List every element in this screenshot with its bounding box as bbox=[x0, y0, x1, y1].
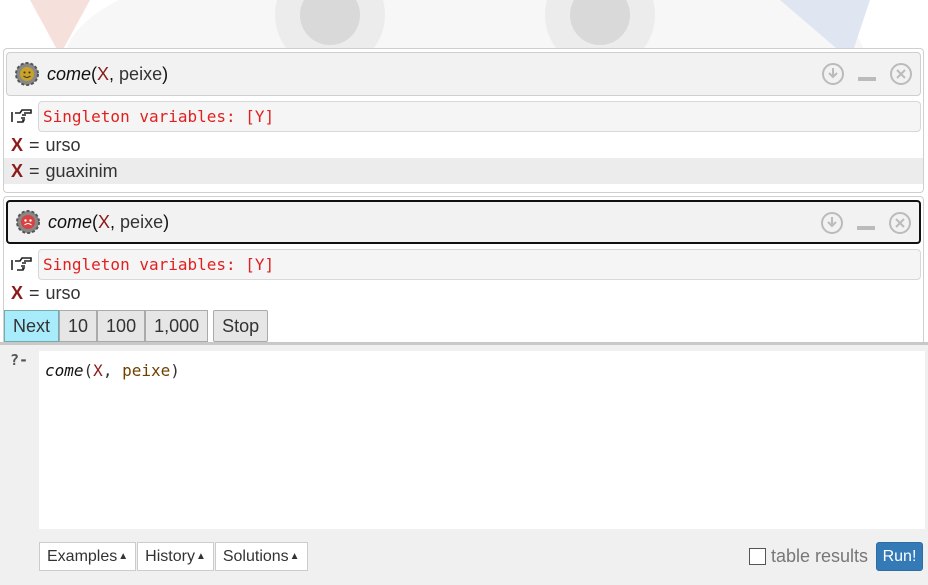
gear-icon bbox=[14, 208, 42, 236]
editor-open-paren: ( bbox=[83, 361, 94, 380]
solution-controls: Next 10 100 1,000 Stop bbox=[4, 310, 923, 342]
answer-equals: = bbox=[29, 160, 40, 181]
answer-variable: X bbox=[11, 134, 24, 155]
caret-up-icon: ▲ bbox=[289, 551, 300, 562]
query-header-actions bbox=[819, 210, 913, 236]
answer-value: urso bbox=[45, 134, 81, 155]
answer-value: guaxinim bbox=[45, 160, 118, 181]
query-text: come(X, peixe) bbox=[48, 212, 169, 233]
query-separator: , bbox=[109, 63, 120, 84]
minimize-icon[interactable] bbox=[854, 61, 880, 87]
warning-message: Singleton variables: [Y] bbox=[38, 100, 921, 132]
query-predicate: come bbox=[47, 63, 92, 84]
next-100-button[interactable]: 100 bbox=[97, 310, 146, 342]
pointing-hand-icon bbox=[10, 252, 34, 276]
download-icon[interactable] bbox=[819, 210, 845, 236]
query-card-2: come(X, peixe) Singleton variables: [Y] bbox=[3, 196, 924, 347]
query-atom: peixe bbox=[119, 63, 163, 84]
answer-value: urso bbox=[45, 282, 81, 303]
results-panel: come(X, peixe) Singleton variables: [Y] bbox=[3, 48, 924, 350]
answer-equals: = bbox=[29, 134, 40, 155]
answer-equals: = bbox=[29, 282, 40, 303]
examples-dropdown[interactable]: Examples ▲ bbox=[39, 542, 137, 571]
warning-row: Singleton variables: [Y] bbox=[10, 100, 923, 132]
query-atom: peixe bbox=[120, 211, 164, 232]
next-1000-button[interactable]: 1,000 bbox=[145, 310, 209, 342]
query-header-1[interactable]: come(X, peixe) bbox=[6, 52, 921, 96]
pointing-hand-icon bbox=[10, 104, 34, 128]
query-header-2[interactable]: come(X, peixe) bbox=[6, 200, 921, 244]
editor-close-paren: ) bbox=[170, 361, 180, 380]
query-separator: , bbox=[110, 211, 121, 232]
answer-row: X = urso bbox=[4, 280, 923, 306]
solutions-dropdown[interactable]: Solutions ▲ bbox=[214, 542, 308, 571]
run-button[interactable]: Run! bbox=[876, 542, 923, 571]
query-variable: X bbox=[98, 211, 111, 232]
query-header-actions bbox=[820, 61, 914, 87]
close-paren: ) bbox=[162, 63, 169, 84]
answer-row: X = urso bbox=[4, 132, 923, 158]
close-paren: ) bbox=[163, 211, 170, 232]
query-predicate: come bbox=[48, 211, 93, 232]
editor-toolbar: Examples ▲ History ▲ Solutions ▲ bbox=[39, 542, 309, 571]
next-10-button[interactable]: 10 bbox=[59, 310, 98, 342]
table-results-checkbox[interactable] bbox=[749, 548, 766, 565]
history-label: History bbox=[145, 547, 195, 565]
history-dropdown[interactable]: History ▲ bbox=[137, 542, 214, 571]
warning-row: Singleton variables: [Y] bbox=[10, 248, 923, 280]
table-results-label: table results bbox=[771, 546, 869, 566]
stop-button[interactable]: Stop bbox=[213, 310, 269, 342]
caret-up-icon: ▲ bbox=[195, 551, 206, 562]
examples-label: Examples bbox=[47, 547, 118, 565]
solutions-label: Solutions bbox=[222, 547, 289, 565]
query-text: come(X, peixe) bbox=[47, 64, 168, 85]
warning-message: Singleton variables: [Y] bbox=[38, 248, 921, 280]
close-icon[interactable] bbox=[888, 61, 914, 87]
editor-predicate: come bbox=[45, 361, 84, 380]
query-editor[interactable]: come(X, peixe) bbox=[39, 351, 925, 529]
download-icon[interactable] bbox=[820, 61, 846, 87]
table-results-toggle[interactable]: table results bbox=[749, 546, 868, 567]
minimize-icon[interactable] bbox=[853, 210, 879, 236]
editor-atom: peixe bbox=[122, 361, 171, 380]
query-prompt: ?- bbox=[10, 351, 29, 369]
query-card-1: come(X, peixe) Singleton variables: [Y] bbox=[3, 48, 924, 193]
answer-row: X = guaxinim bbox=[4, 158, 923, 184]
editor-variable: X bbox=[93, 361, 103, 380]
close-icon[interactable] bbox=[887, 210, 913, 236]
editor-separator: , bbox=[102, 361, 123, 380]
query-editor-area: ?- come(X, peixe) Examples ▲ History ▲ Sol… bbox=[0, 345, 928, 585]
next-button[interactable]: Next bbox=[4, 310, 60, 342]
caret-up-icon: ▲ bbox=[118, 551, 129, 562]
answer-variable: X bbox=[11, 160, 24, 181]
gear-icon bbox=[13, 60, 41, 88]
answer-variable: X bbox=[11, 282, 24, 303]
query-variable: X bbox=[97, 63, 110, 84]
